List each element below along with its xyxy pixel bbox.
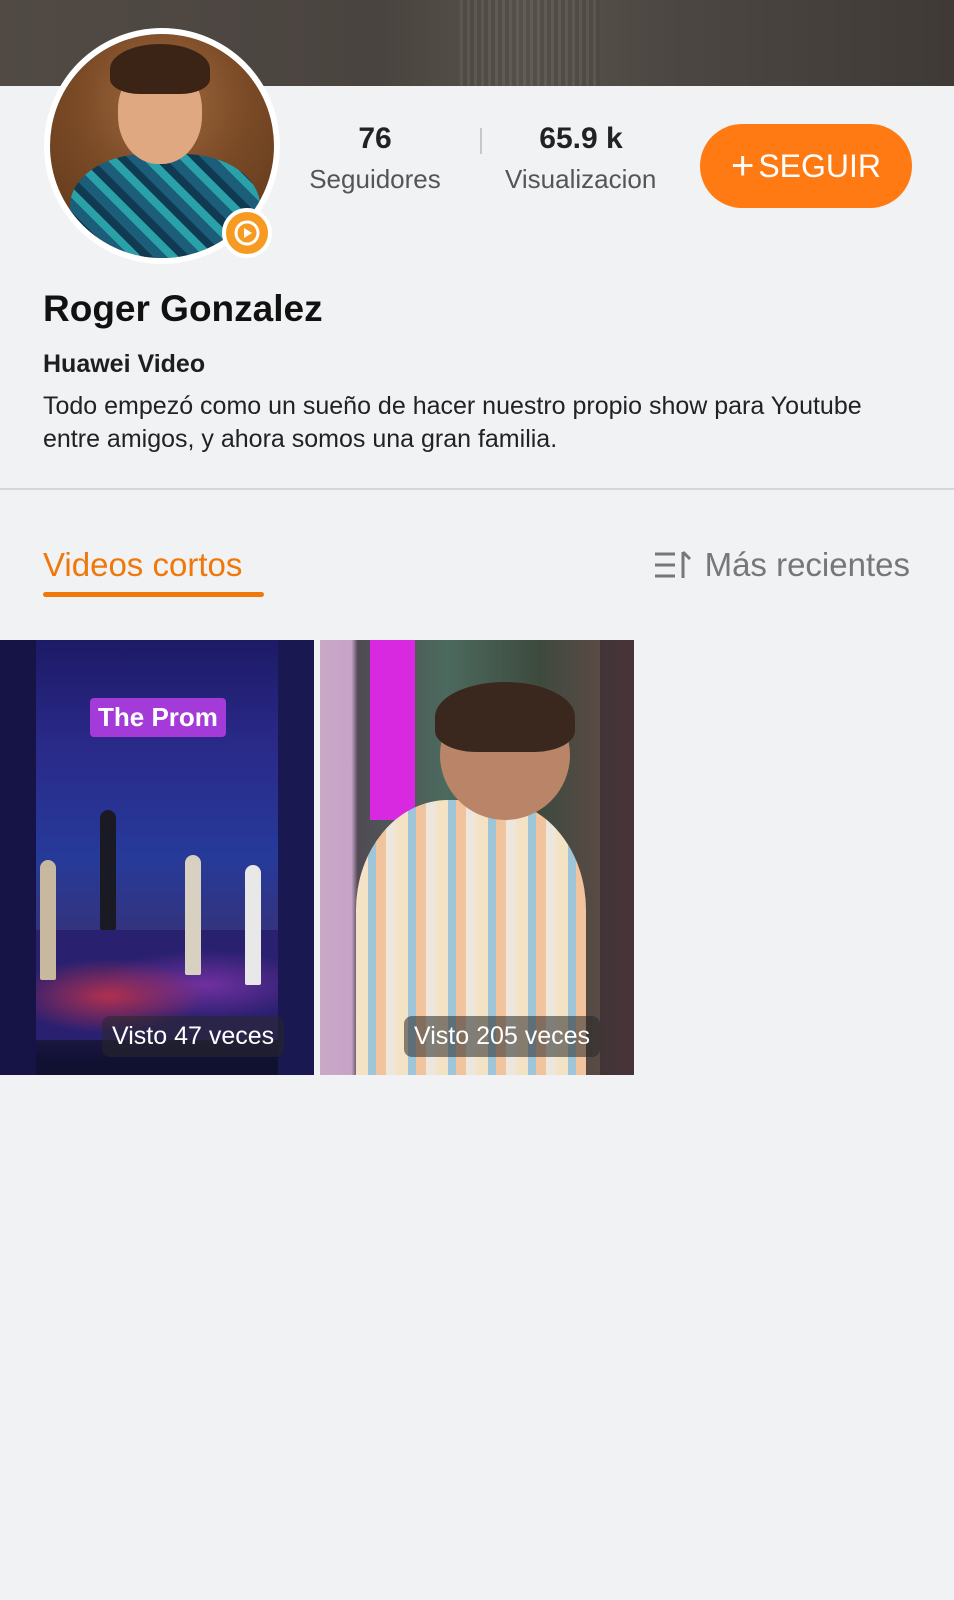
- video-side-band: [278, 640, 314, 1075]
- avatar-hair: [110, 44, 210, 94]
- follow-button[interactable]: + SEGUIR: [700, 124, 912, 208]
- sort-icon: [654, 550, 691, 578]
- tab-short-videos[interactable]: Videos cortos: [43, 546, 242, 584]
- profile-name: Roger Gonzalez: [43, 288, 323, 329]
- performer-figure: [100, 810, 116, 930]
- views-count: 65.9 k: [539, 122, 623, 155]
- views-label: Visualizaciones: [505, 164, 657, 194]
- performer-figure: [185, 855, 201, 975]
- background-light: [370, 640, 415, 820]
- plus-icon: +: [730, 144, 755, 188]
- video-overlay-title: The Prom: [90, 698, 226, 737]
- video-thumbnail[interactable]: The Prom Visto 47 veces: [0, 640, 314, 1075]
- followers-stat[interactable]: 76 Seguidores: [300, 122, 450, 195]
- followers-label: Seguidores: [309, 164, 441, 194]
- profile-source: Huawei Video: [43, 350, 206, 378]
- followers-count: 76: [358, 122, 392, 155]
- video-side-band: [0, 640, 36, 1075]
- video-views-badge: Visto 47 veces: [102, 1016, 285, 1057]
- video-views-badge: Visto 205 veces: [404, 1016, 601, 1057]
- performer-figure: [40, 860, 56, 980]
- play-badge-icon: [222, 208, 272, 258]
- video-thumbnail[interactable]: Visto 205 veces: [320, 640, 634, 1075]
- performer-figure: [245, 865, 261, 985]
- views-stat: 65.9 k Visualizaciones: [505, 122, 657, 195]
- stats-divider: [480, 128, 482, 154]
- profile-bio: Todo empezó como un sueño de hacer nuest…: [43, 392, 862, 453]
- person-hair: [435, 682, 575, 752]
- sort-label: Más recientes: [704, 546, 910, 583]
- section-divider: [0, 488, 954, 490]
- stage-floor: [36, 1060, 278, 1075]
- tab-active-indicator: [43, 592, 264, 597]
- sort-dropdown[interactable]: Más recientes: [653, 546, 910, 584]
- video-side-band: [600, 640, 634, 1075]
- follow-button-label: SEGUIR: [758, 147, 882, 184]
